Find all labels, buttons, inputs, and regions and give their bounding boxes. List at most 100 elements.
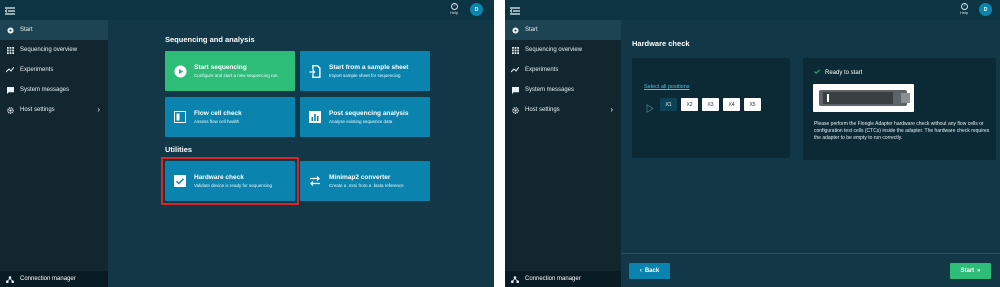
swap-icon [308, 174, 322, 188]
ready-panel: Ready to start Please perform the Flongl… [803, 58, 996, 160]
sidebar-item-label: Host settings [525, 107, 560, 113]
chevron-right-icon: › [97, 105, 100, 114]
sidebar-item-label: Sequencing overview [525, 47, 583, 53]
minimap2-converter-card[interactable]: Minimap2 converter Create a .mmi from a .… [300, 161, 430, 201]
connection-manager-label: Connection manager [20, 276, 76, 282]
sidebar-item-label: Start [525, 27, 538, 33]
sidebar-item-experiments[interactable]: Experiments [505, 60, 621, 80]
help-button[interactable]: ? Help [960, 3, 968, 15]
sidebar-item-sequencing-overview[interactable]: Sequencing overview [0, 40, 108, 60]
sample-sheet-card[interactable]: Start from a sample sheet Import sample s… [300, 51, 430, 91]
start-screen: ? Help D Start Sequencing overview Exper… [0, 0, 494, 287]
screenshot-divider [494, 0, 505, 287]
sidebar-item-label: System messages [525, 87, 575, 93]
chat-icon [511, 86, 519, 94]
sidebar-item-system-messages[interactable]: System messages [0, 80, 108, 100]
network-icon [6, 275, 14, 283]
select-all-positions-link[interactable]: Select all positions [644, 84, 690, 90]
card-subtitle: Create a .mmi from a .fasta reference [329, 183, 404, 188]
sidebar-item-label: System messages [20, 87, 70, 93]
sidebar-item-system-messages[interactable]: System messages [505, 80, 621, 100]
card-subtitle: Import sample sheet for sequencing [329, 73, 401, 78]
sidebar-item-label: Start [20, 27, 33, 33]
avatar[interactable]: D [470, 3, 483, 16]
help-label: Help [960, 10, 969, 15]
card-title: Start sequencing [194, 64, 247, 71]
network-icon [511, 275, 519, 283]
page-title: Hardware check [632, 39, 690, 48]
bar-chart-icon [308, 110, 322, 124]
ready-label: Ready to start [825, 69, 863, 76]
ready-status: Ready to start [814, 69, 862, 76]
sidebar-item-start[interactable]: Start [505, 20, 621, 40]
flow-cell-check-card[interactable]: Flow cell check Assess flow cell health [165, 97, 295, 137]
start-sequencing-card[interactable]: Start sequencing Configure and start a ne… [165, 51, 295, 91]
connection-manager[interactable]: Connection manager [0, 271, 108, 287]
position-x3[interactable]: X3 [702, 98, 719, 111]
main-content: Hardware check Select all positions X1 X… [621, 20, 1000, 287]
sidebar: Start Sequencing overview Experiments Sy… [0, 20, 108, 287]
connection-manager[interactable]: Connection manager [505, 271, 621, 287]
sidebar-item-label: Experiments [525, 67, 559, 73]
help-icon: ? [960, 3, 968, 10]
sidebar-item-host-settings[interactable]: Host settings › [0, 100, 108, 120]
hardware-check-screen: ? Help D Start Sequencing overview Exper… [505, 0, 1000, 287]
selection-highlight [161, 157, 299, 205]
grid-icon [6, 46, 14, 54]
flongle-adapter-image [813, 84, 914, 112]
chevron-left-icon: ‹ [639, 268, 642, 274]
back-button-label: Back [644, 268, 660, 274]
collapse-menu-icon[interactable] [4, 4, 16, 16]
trend-icon [6, 66, 14, 74]
disc-icon [6, 26, 14, 34]
bottom-bar: ‹ Back Start » [621, 253, 1000, 287]
sidebar: Start Sequencing overview Experiments Sy… [505, 20, 621, 287]
collapse-menu-icon[interactable] [509, 4, 521, 16]
play-outline-icon [646, 100, 654, 118]
card-title: Start from a sample sheet [329, 64, 409, 71]
sidebar-item-host-settings[interactable]: Host settings › [505, 100, 621, 120]
section-title-sequencing: Sequencing and analysis [165, 35, 255, 44]
import-icon [308, 64, 322, 78]
help-icon: ? [450, 3, 458, 10]
flowcell-icon [173, 110, 187, 124]
card-title: Minimap2 converter [329, 174, 391, 181]
main-content: Sequencing and analysis Start sequencing… [108, 20, 494, 287]
top-bar: ? Help D [0, 0, 494, 20]
start-button-label: Start [960, 268, 975, 274]
grid-icon [511, 46, 519, 54]
sidebar-item-experiments[interactable]: Experiments [0, 60, 108, 80]
help-button[interactable]: ? Help [450, 3, 458, 15]
post-sequencing-analysis-card[interactable]: Post sequencing analysis Analyse existing… [300, 97, 430, 137]
sidebar-item-label: Experiments [20, 67, 54, 73]
start-button[interactable]: Start » [950, 263, 991, 279]
card-subtitle: Configure and start a new sequencing run [194, 73, 278, 78]
position-x1[interactable]: X1 [660, 98, 677, 111]
avatar[interactable]: D [979, 3, 992, 16]
check-icon [814, 69, 820, 76]
hardware-check-description: Please perform the Flongle Adapter hardw… [814, 121, 990, 141]
back-button[interactable]: ‹ Back [629, 263, 670, 279]
connection-manager-label: Connection manager [525, 276, 581, 282]
card-title: Flow cell check [194, 110, 242, 117]
positions-panel: Select all positions X1 X2 X3 X4 X5 [632, 58, 790, 158]
help-label: Help [450, 10, 459, 15]
sidebar-item-label: Host settings [20, 107, 55, 113]
play-icon [173, 64, 187, 78]
card-subtitle: Analyse existing sequence data [329, 119, 393, 124]
sidebar-item-sequencing-overview[interactable]: Sequencing overview [505, 40, 621, 60]
position-selector: X1 X2 X3 X4 X5 [644, 98, 784, 114]
card-subtitle: Assess flow cell health [194, 119, 240, 124]
gear-icon [511, 106, 519, 114]
top-bar: ? Help D [505, 0, 1000, 20]
gear-icon [6, 106, 14, 114]
sidebar-item-start[interactable]: Start [0, 20, 108, 40]
chevron-right-icon: › [610, 105, 613, 114]
section-title-utilities: Utilities [165, 145, 193, 154]
trend-icon [511, 66, 519, 74]
position-x5[interactable]: X5 [744, 98, 761, 111]
disc-icon [511, 26, 519, 34]
position-x2[interactable]: X2 [681, 98, 698, 111]
chat-icon [6, 86, 14, 94]
position-x4[interactable]: X4 [723, 98, 740, 111]
